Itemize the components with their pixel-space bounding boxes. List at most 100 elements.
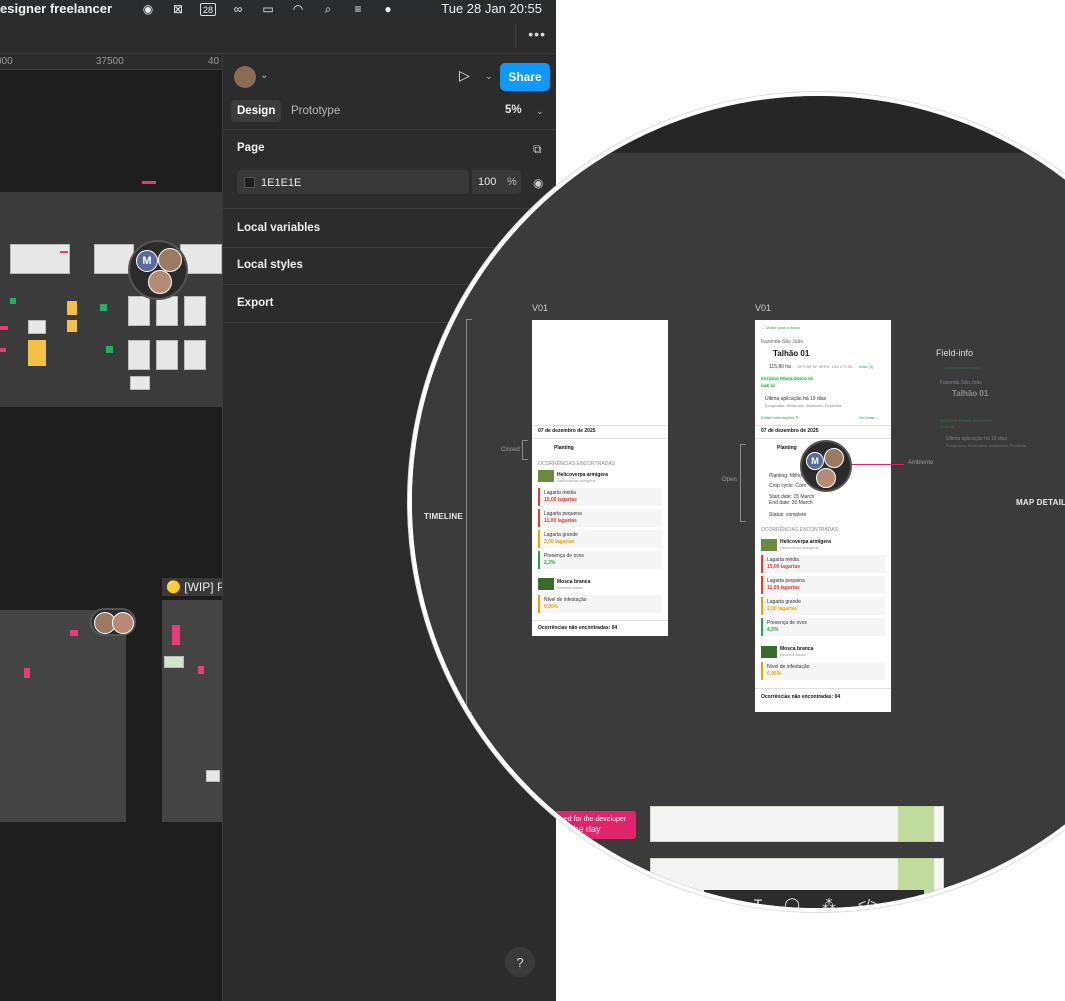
ruler-tick: 40 bbox=[208, 56, 220, 67]
metric-value: 2,00 lagartas bbox=[544, 539, 575, 545]
pest-image bbox=[761, 539, 777, 551]
app-title: esigner freelancer bbox=[0, 1, 113, 16]
comment-tool-icon[interactable]: ◯ bbox=[784, 896, 800, 909]
canvas-marker bbox=[24, 668, 30, 678]
timeline-closed-screen[interactable]: 07 de dezembro de 2025 Planting OCORRÊNC… bbox=[532, 320, 668, 636]
not-found-label[interactable]: Ocorrências não encontradas: 04 bbox=[538, 625, 617, 631]
dev-mode-icon[interactable]: </> bbox=[858, 896, 878, 908]
metric-value: 2,00 lagartas bbox=[767, 606, 798, 612]
edit-info-link[interactable]: Editar informações ✎ bbox=[761, 415, 799, 420]
toolbar-divider bbox=[515, 24, 516, 48]
local-variables-section[interactable]: Local variables bbox=[237, 222, 320, 234]
export-section[interactable]: Export bbox=[237, 297, 273, 309]
flow-node[interactable] bbox=[10, 298, 16, 304]
tab-prototype[interactable]: Prototype bbox=[285, 100, 346, 122]
battery-icon[interactable]: ▭ bbox=[260, 2, 276, 16]
field-name: Talhão 01 bbox=[773, 349, 810, 358]
siri-icon[interactable]: ● bbox=[380, 2, 396, 16]
actions-icon[interactable]: ⁂ bbox=[822, 896, 836, 909]
back-link[interactable]: ← Voltar para o mapa bbox=[761, 325, 800, 330]
sticky-note[interactable] bbox=[67, 320, 77, 332]
frame-thumbnail[interactable] bbox=[184, 340, 206, 370]
pen-tool-icon[interactable]: ✎ bbox=[720, 896, 732, 909]
metric-label: Lagarta grande bbox=[544, 532, 578, 538]
stage-label[interactable]: Planting bbox=[777, 445, 797, 451]
frame-thumbnail[interactable] bbox=[28, 320, 46, 334]
date-label[interactable]: 07 de dezembro de 2025 bbox=[538, 428, 596, 434]
design-canvas[interactable]: M 🟡 [WIP] P bbox=[0, 70, 222, 1001]
macos-menubar: esigner freelancer ◉ ⊠ 28 ∞ ▭ ◠ ⌕ ≡ ● Tu… bbox=[0, 0, 556, 18]
collaborators-cursor: M bbox=[128, 240, 188, 300]
sticky-note[interactable] bbox=[67, 301, 77, 315]
frame-thumbnail[interactable] bbox=[10, 244, 70, 274]
color-swatch[interactable] bbox=[244, 177, 255, 188]
frame-thumbnail[interactable] bbox=[130, 376, 150, 390]
version-label: V01 bbox=[755, 303, 772, 313]
tab-design[interactable]: Design bbox=[231, 100, 282, 122]
local-styles-section[interactable]: Local styles bbox=[237, 259, 303, 271]
menubar-clock[interactable]: Tue 28 Jan 20:55 bbox=[441, 1, 542, 16]
metric-label: Presença de ovos bbox=[767, 620, 808, 626]
frame-thumbnail[interactable] bbox=[156, 340, 178, 370]
crop-cycle: Crop cycle: Corn bbox=[769, 483, 807, 489]
chevron-down-icon[interactable]: ⌄ bbox=[485, 71, 493, 82]
frame-thumbnail[interactable] bbox=[128, 296, 150, 326]
canvas-marker bbox=[172, 625, 180, 645]
timeline-open-screen[interactable]: ← Voltar para o mapa Fazenda São João Ta… bbox=[755, 320, 891, 712]
glasses-icon[interactable]: ∞ bbox=[230, 2, 246, 16]
developer-note-badge[interactable]: ...ed for the developer for the day bbox=[544, 811, 636, 839]
screen-record-icon[interactable]: ⊠ bbox=[170, 2, 186, 16]
frame-thumbnail[interactable] bbox=[184, 296, 206, 326]
avatar-m: M bbox=[136, 250, 158, 272]
frame-thumbnail[interactable] bbox=[206, 770, 220, 782]
canvas-frame[interactable] bbox=[0, 610, 126, 822]
ruler-tick: 37500 bbox=[96, 56, 124, 67]
metric-value: 4,3% bbox=[767, 627, 779, 633]
calendar-icon[interactable]: 28 bbox=[200, 2, 216, 16]
canvas-frame[interactable] bbox=[162, 600, 222, 822]
metric-label: Lagarta grande bbox=[767, 599, 801, 605]
map-detail-label: MAP DETAIL bbox=[1016, 498, 1065, 507]
canvas-marker bbox=[0, 326, 8, 330]
metric-value: 0,95% bbox=[544, 604, 559, 610]
field-name: Talhão 01 bbox=[952, 389, 989, 398]
avatar-photo bbox=[112, 612, 134, 634]
phenology-tag: ESTÁDIO FENOLÓGICO V5 bbox=[940, 418, 992, 423]
not-found-label[interactable]: Ocorrências não encontradas: 04 bbox=[761, 694, 840, 700]
frame-thumbnail[interactable] bbox=[128, 340, 150, 370]
sticky-note[interactable] bbox=[28, 340, 46, 366]
present-play-icon[interactable]: ▷ bbox=[459, 67, 470, 84]
spotlight-search-icon[interactable]: ⌕ bbox=[320, 2, 336, 16]
canvas-marker bbox=[198, 666, 204, 674]
wifi-icon[interactable]: ◠ bbox=[290, 2, 306, 16]
metric-label: Presença de ovos bbox=[544, 553, 585, 559]
avatar-photo bbox=[158, 248, 182, 272]
flow-node[interactable] bbox=[106, 346, 113, 353]
more-link[interactable]: mais (3) bbox=[859, 364, 873, 369]
collaborators-cursor bbox=[90, 608, 136, 636]
products: Fungicidas, Herbicidas, Inseticidas, Pes… bbox=[946, 443, 1027, 448]
crop-label: Planting: Milho bbox=[769, 473, 802, 479]
field-coords: 15°S 55°W, 3RRS, 15S 17S 55 bbox=[797, 364, 853, 369]
frame-thumbnail[interactable] bbox=[164, 656, 184, 668]
metric-value: 11,00 lagartas bbox=[544, 518, 577, 524]
chevron-down-icon[interactable]: ⌄ bbox=[260, 70, 268, 81]
page-section-title: Page bbox=[237, 142, 265, 154]
dae-tag: DAE 32 bbox=[761, 383, 776, 388]
text-tool-icon[interactable]: T bbox=[754, 896, 763, 908]
divider bbox=[755, 438, 891, 439]
phenology-tag: ESTÁDIO FENOLÓGICO V5 bbox=[761, 376, 813, 381]
page-color-hex[interactable]: 1E1E1E bbox=[261, 177, 301, 189]
user-avatar[interactable] bbox=[234, 66, 256, 88]
share-button[interactable]: Share bbox=[500, 63, 550, 91]
flow-node[interactable] bbox=[100, 304, 107, 311]
see-more-link[interactable]: Ver mais ⌄ bbox=[859, 415, 879, 420]
grammarly-icon[interactable]: ◉ bbox=[140, 2, 156, 16]
frame-thumbnail[interactable] bbox=[156, 296, 178, 326]
frame-label-wip[interactable]: 🟡 [WIP] P bbox=[162, 578, 222, 596]
date-label[interactable]: 07 de dezembro de 2025 bbox=[761, 428, 819, 434]
help-button[interactable]: ? bbox=[505, 947, 535, 977]
more-options-icon[interactable]: ••• bbox=[528, 26, 546, 42]
stage-label[interactable]: Planting bbox=[554, 445, 574, 451]
control-center-icon[interactable]: ≡ bbox=[350, 2, 366, 16]
